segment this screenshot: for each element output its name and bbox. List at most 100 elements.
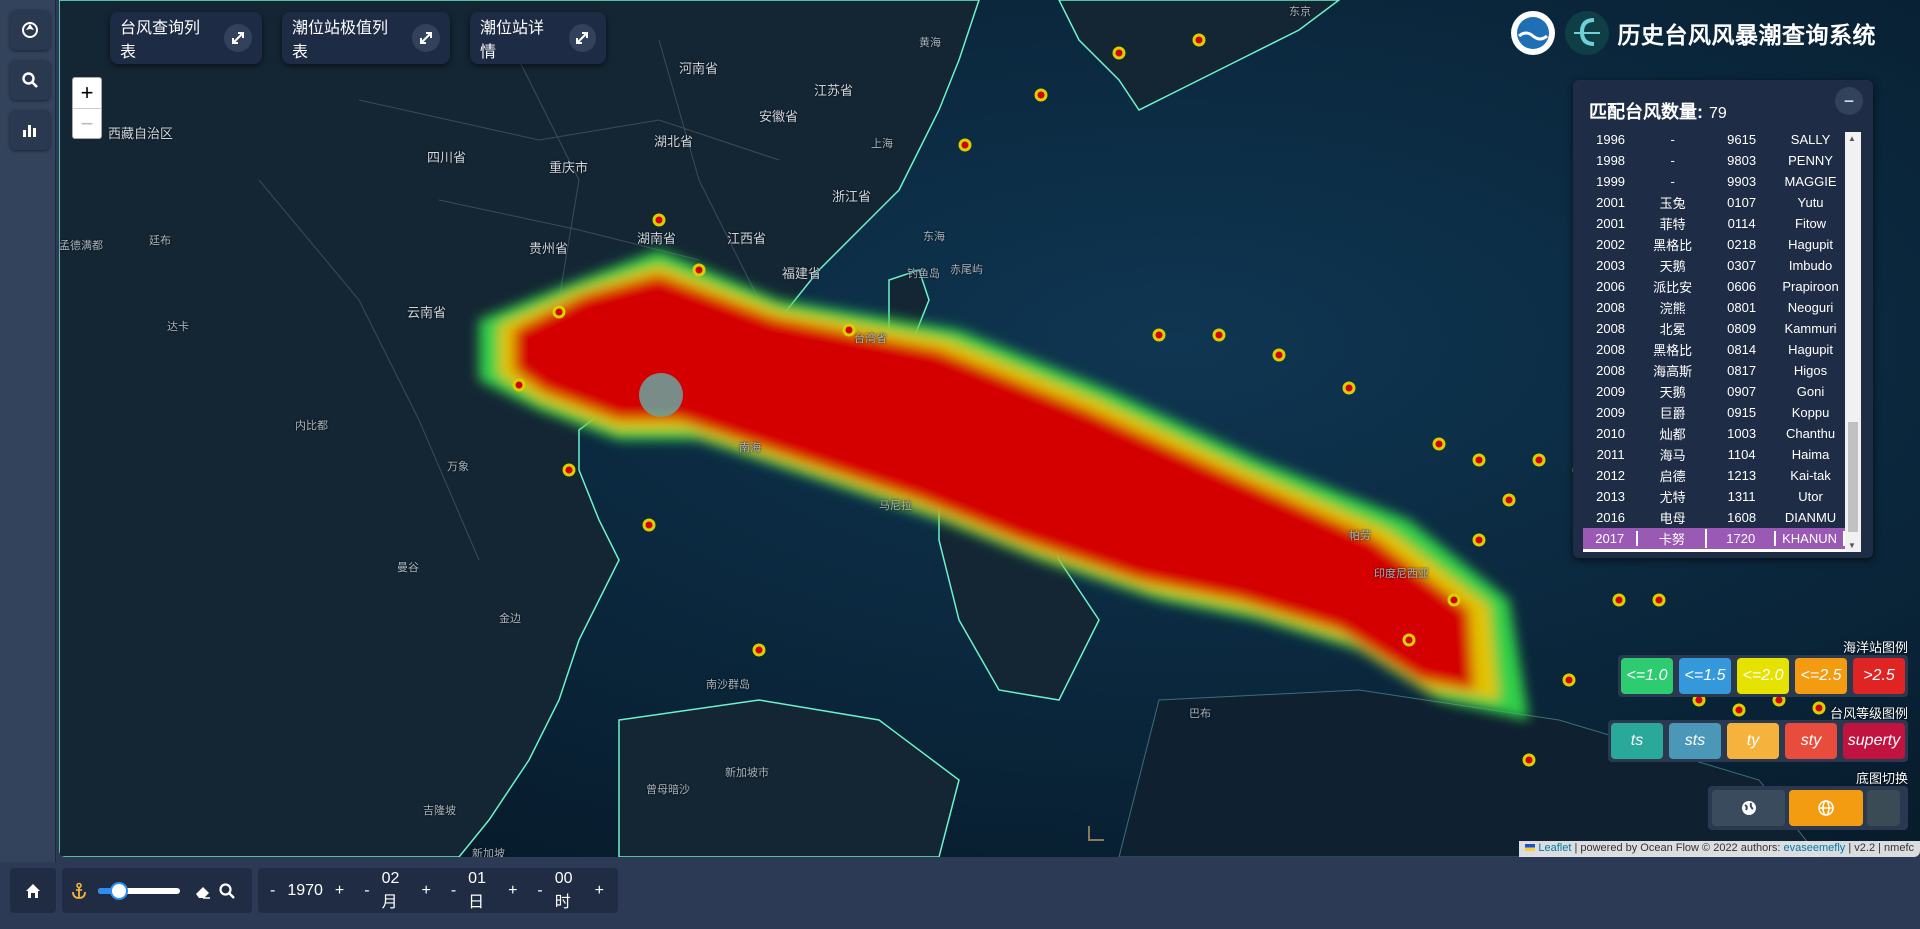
tide-station-detail-label: 潮位站详情 [480,20,545,61]
table-row[interactable]: 2002 黑格比 0218 Hagupit [1583,234,1845,255]
typhoon-table[interactable]: 1996 - 9615 SALLY 1998 - 9803 PENNY 1999 - 9903 MAG… [1583,132,1861,552]
cell-code: 1003 [1727,426,1757,441]
year-decrement-button[interactable]: - [270,882,275,900]
cell-code: 9615 [1727,132,1757,147]
table-row[interactable]: 2001 菲特 0114 Fitow [1583,213,1845,234]
table-row[interactable]: 2012 启德 1213 Kai-tak [1583,465,1845,486]
year-increment-button[interactable]: + [335,882,344,900]
table-row[interactable]: 2016 电母 1608 DIANMU [1583,507,1845,528]
cell-en: Utor [1798,489,1823,504]
table-row[interactable]: 2008 浣熊 0801 Neoguri [1583,297,1845,318]
legend-item[interactable]: superty [1843,723,1905,759]
month-value[interactable]: 02月 [382,870,410,912]
collapse-button[interactable]: − [1835,87,1863,115]
table-row[interactable]: 2008 海高斯 0817 Higos [1583,360,1845,381]
table-row[interactable]: 2017 卡努 1720 KHANUN [1583,528,1845,549]
tide-extreme-list-button[interactable]: 潮位站极值列表 [282,12,450,64]
map-label: 江苏省 [814,84,854,99]
author-link[interactable]: evaseemefly [1784,842,1846,854]
table-row[interactable]: 1998 - 9803 PENNY [1583,150,1845,171]
home-button[interactable] [10,868,56,913]
globe-icon [1818,800,1834,816]
legend-item[interactable]: ts [1611,723,1663,759]
month-decrement-button[interactable]: - [364,882,369,900]
map-label: 新加坡市 [725,766,769,779]
table-row[interactable]: 1996 - 9615 SALLY [1583,132,1845,150]
cell-year: 1998 [1596,153,1626,168]
table-row[interactable]: 2008 北冕 0809 Kammuri [1583,318,1845,339]
cell-year: 1996 [1596,132,1626,147]
zoom-search-button[interactable] [10,60,50,100]
table-row[interactable]: 2009 巨爵 0915 Koppu [1583,402,1845,423]
cell-year: 2013 [1596,489,1626,504]
locate-button[interactable] [10,10,50,50]
map-label: 曼谷 [397,561,419,574]
table-row[interactable]: 2001 玉兔 0107 Yutu [1583,192,1845,213]
typhoon-table-scrollbar[interactable]: ▲ ▼ [1845,132,1861,552]
legend-item[interactable]: <=1.5 [1679,658,1731,694]
day-decrement-button[interactable]: - [451,882,456,900]
table-row[interactable]: 2011 海马 1104 Haima [1583,444,1845,465]
cell-year: 2001 [1596,216,1626,231]
zoom-search-icon[interactable] [218,882,236,900]
scroll-thumb[interactable] [1848,422,1858,532]
zoom-in-button[interactable]: + [73,78,101,108]
day-value[interactable]: 01日 [468,870,496,912]
statistics-button[interactable] [10,110,50,150]
basemap-blank-button[interactable] [1866,790,1901,826]
ocean-agency-logo [1510,11,1555,55]
basemap-dark-button[interactable] [1712,790,1786,826]
cell-year: 2016 [1596,510,1626,525]
cell-code: 1311 [1727,489,1756,504]
tide-station-detail-button[interactable]: 潮位站详情 [470,12,606,64]
hour-decrement-button[interactable]: - [537,882,542,900]
eraser-icon[interactable] [194,882,212,900]
map-label: 达卡 [167,320,189,333]
table-row[interactable]: 2006 派比安 0606 Prapiroon [1583,276,1845,297]
legend-item[interactable]: sts [1669,723,1721,759]
day-increment-button[interactable]: + [508,882,517,900]
basemap-switch-title: 底图切换 [1855,771,1908,786]
cell-cn: 黑格比 [1653,343,1693,358]
zoom-out-button[interactable]: − [73,108,101,138]
map-label: 吉隆坡 [423,804,456,817]
cell-en: MAGGIE [1784,174,1837,189]
typhoon-list-button[interactable]: 台风查询列表 [110,12,262,64]
legend-item[interactable]: <=1.0 [1621,658,1673,694]
cell-year: 2012 [1596,468,1626,483]
anchor-icon[interactable] [70,882,88,900]
month-increment-button[interactable]: + [422,882,431,900]
opacity-slider[interactable] [98,881,180,900]
legend-item[interactable]: <=2.5 [1795,658,1847,694]
cell-en: Chanthu [1785,426,1836,441]
table-row[interactable]: 2013 尤特 1311 Utor [1583,486,1845,507]
table-row[interactable]: 2009 天鹅 0907 Goni [1583,381,1845,402]
table-row[interactable]: 2008 黑格比 0814 Hagupit [1583,339,1845,360]
typhoon-level-legend: ts sts ty sty superty [1608,720,1908,762]
scroll-up-icon[interactable]: ▲ [1848,134,1856,143]
legend-item[interactable]: >2.5 [1853,658,1905,694]
cell-en: Fitow [1795,216,1827,231]
table-row[interactable]: 1999 - 9903 MAGGIE [1583,171,1845,192]
hour-increment-button[interactable]: + [595,882,604,900]
hour-value[interactable]: 00时 [555,870,583,912]
leaflet-link[interactable]: Leaflet [1538,842,1571,854]
year-value[interactable]: 1970 [287,882,323,900]
table-row[interactable]: 2010 灿都 1003 Chanthu [1583,423,1845,444]
app-header: 历史台风风暴潮查询系统 [1502,8,1877,58]
table-row[interactable]: 2003 天鹅 0307 Imbudo [1583,255,1845,276]
legend-item[interactable]: ty [1727,723,1779,759]
map-label: 东海 [923,230,945,243]
legend-item[interactable]: <=2.0 [1737,658,1789,694]
scroll-down-icon[interactable]: ▼ [1848,541,1856,550]
map-label: 廷布 [149,234,171,247]
legend-item[interactable]: sty [1785,723,1837,759]
match-count-value: 79 [1709,105,1727,122]
slider-handle[interactable] [109,881,128,900]
cell-en: Koppu [1791,405,1830,420]
basemap-satellite-button[interactable] [1789,790,1863,826]
cell-year: 2008 [1596,300,1626,315]
tide-extreme-list-label: 潮位站极值列表 [292,20,389,61]
cell-cn: 浣熊 [1659,301,1686,316]
cell-year: 2006 [1596,279,1626,294]
